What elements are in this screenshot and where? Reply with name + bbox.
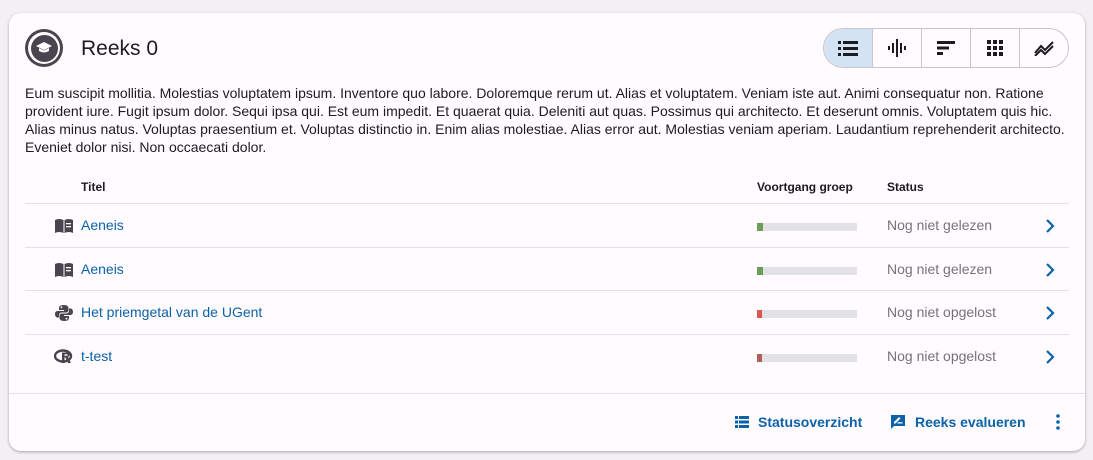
activities-table: Titel Voortgang groep Status Aeneis Nog … xyxy=(25,171,1069,378)
progress-fill xyxy=(757,310,762,318)
graduation-cap-icon xyxy=(25,29,63,67)
column-header-title: Titel xyxy=(81,180,106,194)
list-icon xyxy=(838,41,858,56)
series-header: Reeks 0 xyxy=(9,13,1085,85)
status-overview-button[interactable]: Statusoverzicht xyxy=(735,411,862,433)
table-row: Het priemgetal van de UGent Nog niet opg… xyxy=(25,291,1069,335)
chevron-right-icon[interactable] xyxy=(1041,261,1059,279)
book-icon xyxy=(55,262,73,277)
evaluate-series-button[interactable]: Reeks evalueren xyxy=(890,411,1026,433)
view-waveform-button[interactable] xyxy=(873,29,922,67)
group-progress-bar xyxy=(757,266,857,275)
waveform-icon xyxy=(888,39,906,57)
progress-fill xyxy=(757,223,763,231)
chevron-right-icon[interactable] xyxy=(1041,348,1059,366)
view-list-button[interactable] xyxy=(824,29,873,67)
more-vert-icon xyxy=(1056,414,1060,430)
r-language-icon xyxy=(54,348,73,363)
group-progress-bar xyxy=(757,353,857,362)
progress-fill xyxy=(757,353,762,362)
status-overview-label: Statusoverzicht xyxy=(758,414,863,430)
chevron-right-icon[interactable] xyxy=(1041,217,1059,235)
activity-link[interactable]: Het priemgetal van de UGent xyxy=(81,304,262,320)
view-grid-button[interactable] xyxy=(971,29,1020,67)
python-icon xyxy=(55,305,73,321)
evaluate-series-label: Reeks evalueren xyxy=(915,414,1026,430)
group-progress-bar xyxy=(757,310,857,318)
footer-divider xyxy=(9,393,1085,394)
sort-bars-icon xyxy=(937,41,955,55)
book-icon xyxy=(55,219,73,233)
table-row: t-test Nog niet opgelost xyxy=(25,335,1069,379)
column-header-status: Status xyxy=(887,180,924,194)
activity-link[interactable]: Aeneis xyxy=(81,217,124,233)
status-text: Nog niet gelezen xyxy=(887,217,993,233)
view-toggle-group xyxy=(823,28,1069,68)
activity-link[interactable]: Aeneis xyxy=(81,261,124,277)
grid-icon xyxy=(987,40,1003,56)
status-text: Nog niet gelezen xyxy=(887,260,993,277)
trend-lines-icon xyxy=(1034,41,1054,56)
more-options-button[interactable] xyxy=(1047,411,1069,433)
activity-link[interactable]: t-test xyxy=(81,348,112,364)
view-bars-button[interactable] xyxy=(922,29,971,67)
series-card: Reeks 0 Eum suscipit mollitia. Molestias… xyxy=(9,13,1085,451)
progress-fill xyxy=(757,266,763,275)
column-header-progress: Voortgang groep xyxy=(757,180,853,194)
view-trend-button[interactable] xyxy=(1020,29,1068,67)
status-text: Nog niet opgelost xyxy=(887,347,996,364)
status-text: Nog niet opgelost xyxy=(887,304,996,320)
series-title: Reeks 0 xyxy=(81,37,159,60)
table-row: Aeneis Nog niet gelezen xyxy=(25,204,1069,248)
table-header: Titel Voortgang groep Status xyxy=(25,171,1069,204)
group-progress-bar xyxy=(757,223,857,231)
table-list-icon xyxy=(735,416,749,428)
series-description: Eum suscipit mollitia. Molestias volupta… xyxy=(25,85,1065,155)
chevron-right-icon[interactable] xyxy=(1041,304,1059,322)
rate-review-icon xyxy=(891,415,905,429)
table-row: Aeneis Nog niet gelezen xyxy=(25,248,1069,291)
